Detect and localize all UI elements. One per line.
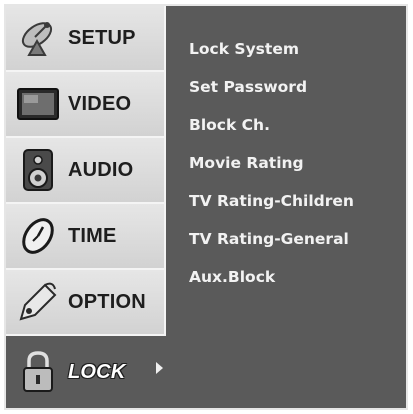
speaker-icon xyxy=(14,146,62,194)
menu-item-tv-rating-general[interactable]: TV Rating-General xyxy=(189,220,404,258)
sidebar-item-audio[interactable]: AUDIO xyxy=(6,138,166,204)
osd-menu-window: SETUP VIDEO AUDIO TIME OPTION LOCK Lock … xyxy=(4,4,408,410)
menu-item-tv-rating-children[interactable]: TV Rating-Children xyxy=(189,182,404,220)
sidebar-item-label: VIDEO xyxy=(68,92,132,115)
lock-submenu: Lock System Set Password Block Ch. Movie… xyxy=(189,30,404,296)
menu-item-movie-rating[interactable]: Movie Rating xyxy=(189,144,404,182)
category-sidebar: SETUP VIDEO AUDIO TIME OPTION LOCK xyxy=(6,6,166,408)
sidebar-item-label: SETUP xyxy=(68,26,136,49)
sidebar-item-label: OPTION xyxy=(68,290,146,313)
tag-icon xyxy=(14,278,62,326)
satellite-dish-icon xyxy=(14,14,62,62)
sidebar-item-label: LOCK xyxy=(68,360,126,383)
sidebar-item-time[interactable]: TIME xyxy=(6,204,166,270)
menu-item-block-channel[interactable]: Block Ch. xyxy=(189,106,404,144)
clock-icon xyxy=(14,212,62,260)
sidebar-item-label: AUDIO xyxy=(68,158,134,181)
tv-screen-icon xyxy=(14,80,62,128)
menu-item-aux-block[interactable]: Aux.Block xyxy=(189,258,404,296)
padlock-icon xyxy=(14,348,62,396)
sidebar-item-option[interactable]: OPTION xyxy=(6,270,166,336)
sidebar-item-setup[interactable]: SETUP xyxy=(6,6,166,72)
sidebar-item-video[interactable]: VIDEO xyxy=(6,72,166,138)
sidebar-item-label: TIME xyxy=(68,224,117,247)
sidebar-item-lock[interactable]: LOCK xyxy=(6,336,166,408)
menu-item-lock-system[interactable]: Lock System xyxy=(189,30,404,68)
chevron-right-icon xyxy=(156,362,163,374)
menu-item-set-password[interactable]: Set Password xyxy=(189,68,404,106)
